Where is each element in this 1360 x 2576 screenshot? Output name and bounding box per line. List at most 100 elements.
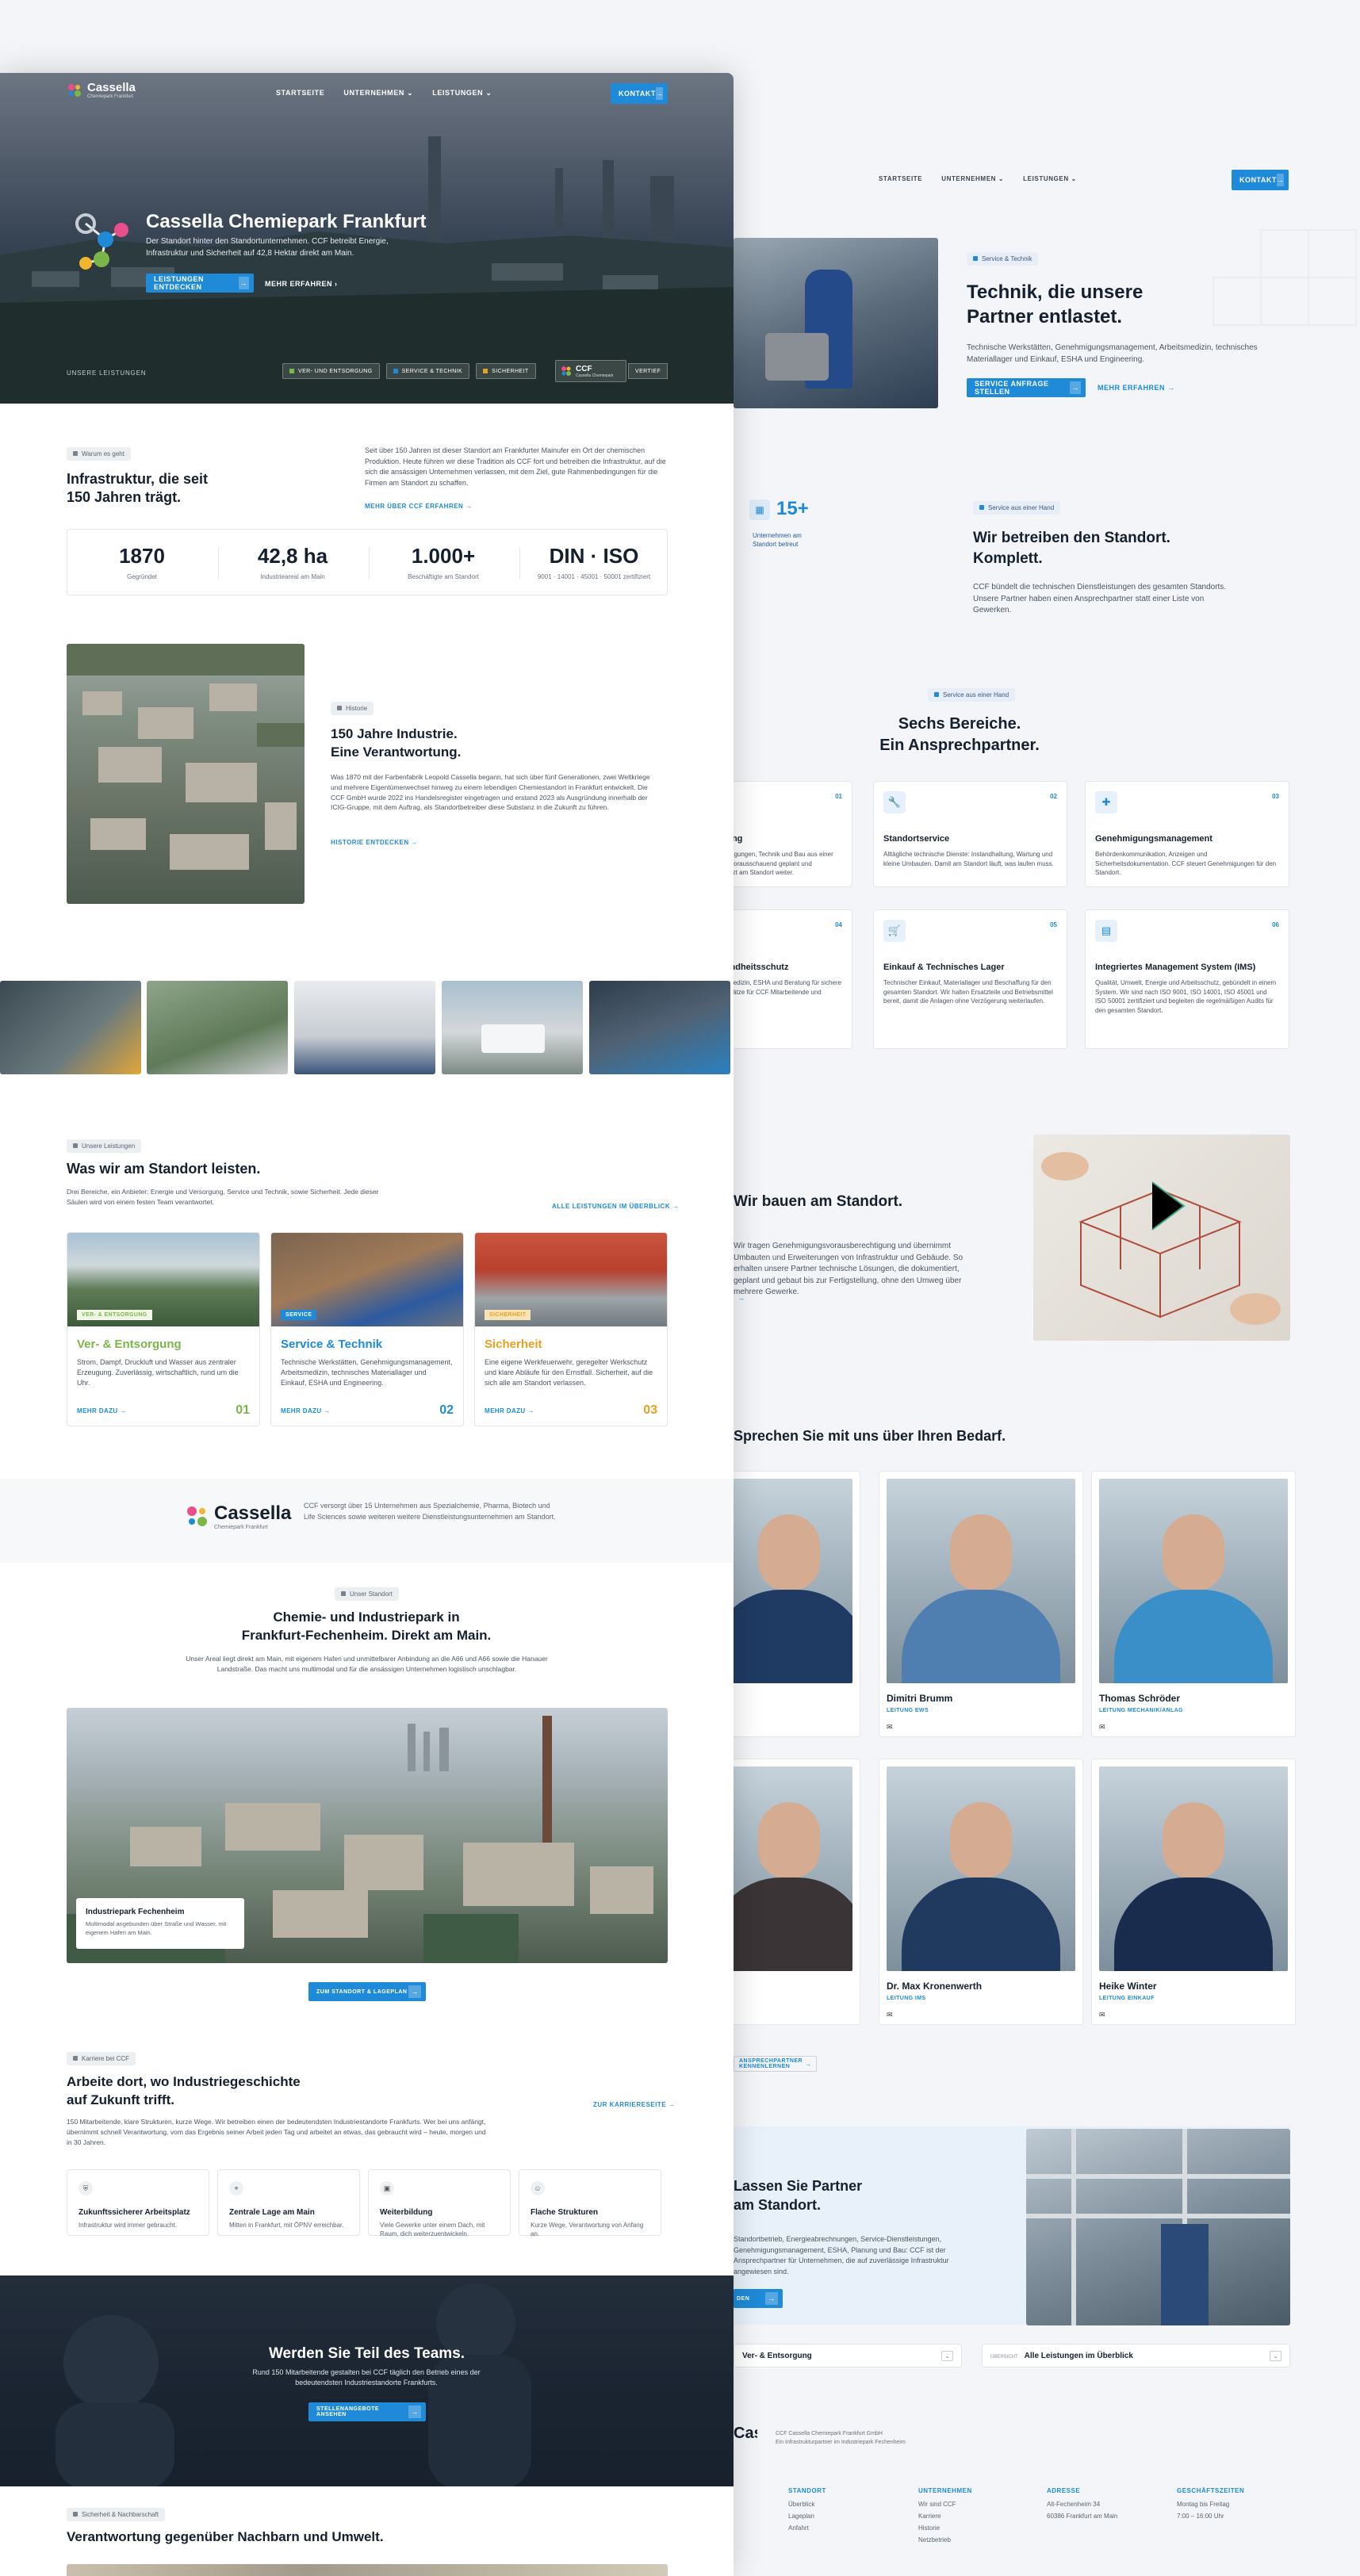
back-nav-services[interactable]: LEISTUNGEN ⌄ (1023, 175, 1077, 182)
back-bereiche-pill: Service aus einer Hand (928, 687, 1016, 702)
person-card[interactable]: Thomas Schröder LEITUNG MECHANIK/ANLAG ✉ (1091, 1471, 1296, 1737)
person-card[interactable]: ✉ (718, 1471, 860, 1737)
ccf-logo-icon (561, 366, 571, 376)
footer-link[interactable]: 7:00 – 16:00 Uhr (1177, 2513, 1244, 2520)
strip-photo-2 (147, 981, 288, 1074)
wrench-icon: 🔧 (883, 791, 906, 813)
services-link[interactable]: ALLE LEISTUNGEN IM ÜBERBLICK → (552, 1203, 679, 1210)
karriere-link[interactable]: ZUR KARRIERESEITE → (593, 2101, 675, 2108)
history-title-1: 150 Jahre Industrie. (331, 726, 458, 741)
back-partner-title-1: Lassen Sie Partner (734, 2178, 863, 2194)
cassella-band-sub: Chemiepark Frankfurt (214, 1525, 268, 1530)
service-card-more[interactable]: MEHR DAZU → (485, 1407, 534, 1414)
karriere-pill: Karriere bei CCF (67, 2050, 136, 2065)
service-card[interactable]: VER- & ENTSORGUNG Ver- & Entsorgung Strom,… (67, 1232, 260, 1426)
pin-icon: ⌖ (229, 2181, 243, 2195)
standort-cta[interactable]: ZUM STANDORT & LAGEPLAN → (308, 1982, 426, 2001)
service-card-more-label: MEHR DAZU (281, 1407, 322, 1414)
back-technik-photo (734, 238, 938, 408)
bereich-card-text: Technischer Einkauf, Materiallager und B… (883, 979, 1053, 1005)
service-card-more[interactable]: MEHR DAZU → (281, 1407, 331, 1414)
footer-link[interactable]: Historie (918, 2524, 972, 2532)
history-link[interactable]: HISTORIE ENTDECKEN → (331, 839, 418, 846)
service-card-num: 02 (439, 1403, 454, 1417)
person-card[interactable]: Heike Winter LEITUNG EINKAUF ✉ (1091, 1759, 1296, 2025)
back-contact-button[interactable]: KONTAKT → (1232, 170, 1289, 190)
bereich-card[interactable]: ▤ 06 Integriertes Management System (IMS) Q… (1085, 909, 1289, 1049)
arrow-right-icon: → (1276, 174, 1285, 186)
footer-link[interactable]: 60386 Frankfurt am Main (1047, 2513, 1117, 2520)
front-nav-company[interactable]: UNTERNEHMEN ⌄ (343, 89, 413, 98)
service-card[interactable]: SERVICE Service & Technik Technische Werks… (270, 1232, 464, 1426)
stat-value: 42,8 ha (257, 544, 328, 568)
footer-link[interactable]: Montag bis Freitag (1177, 2501, 1244, 2508)
back-technik-title-1: Technik, die unsere (967, 281, 1144, 303)
bereich-card[interactable]: 🛒 05 Einkauf & Technisches Lager Technische… (873, 909, 1067, 1049)
footer-link[interactable]: Alt-Fechenheim 34 (1047, 2501, 1117, 2508)
intro-link[interactable]: MEHR ÜBER CCF ERFAHREN → (365, 503, 473, 510)
stat-value: 1870 (119, 544, 165, 568)
hero-chip[interactable]: SICHERHEIT (476, 363, 536, 379)
back-partner-cta[interactable]: DEN → (734, 2289, 783, 2308)
footer-column: GESCHÄFTSZEITEN Montag bis Freitag 7:00 – … (1177, 2487, 1244, 2524)
footer-link[interactable]: Lageplan (788, 2513, 826, 2520)
back-select-category[interactable]: Ver- & Entsorgung ⌄ (734, 2344, 962, 2367)
aerial-buildings (67, 644, 305, 870)
footer-link[interactable]: Netzbetrieb (918, 2536, 972, 2543)
history-pill-text: Historie (346, 704, 368, 712)
strip-photo-3 (294, 981, 435, 1074)
mail-icon[interactable]: ✉ (1099, 1723, 1288, 1732)
mail-icon[interactable]: ✉ (726, 1693, 852, 1701)
hero-chip[interactable]: SERVICE & TECHNIK (385, 363, 470, 379)
front-nav-home[interactable]: STARTSEITE (276, 89, 324, 98)
back-technik-link[interactable]: MEHR ERFAHREN → (1098, 384, 1175, 392)
hero-ccf-sub: Cassella Chemiepark (576, 373, 614, 378)
services-link-label: ALLE LEISTUNGEN IM ÜBERBLICK (552, 1203, 671, 1210)
back-team-link[interactable]: ANSPRECHPARTNER KENNENLERNEN → (734, 2056, 817, 2072)
back-select-overview[interactable]: ÜBERSICHT Alle Leistungen im Überblick ⌄ (982, 2344, 1290, 2367)
bereich-card-text: Behördenkommunikation, Anzeigen und Sich… (1095, 851, 1277, 877)
back-nav-home[interactable]: STARTSEITE (879, 175, 922, 182)
services-title: Was wir am Standort leisten. (67, 1161, 261, 1177)
hero-chip[interactable]: VER- UND ENTSORGUNG (282, 363, 380, 379)
back-bereiche-title-2: Ein Ansprechpartner. (879, 737, 1040, 754)
back-technik-cta[interactable]: SERVICE ANFRAGE STELLEN → (967, 378, 1086, 397)
back-technik-cta-label: SERVICE ANFRAGE STELLEN (975, 380, 1049, 396)
hero-ccf-chip[interactable]: CCF Cassella Chemiepark (555, 360, 626, 382)
shield-icon: ⛨ (79, 2181, 93, 2195)
front-nav: STARTSEITE UNTERNEHMEN ⌄ LEISTUNGEN ⌄ (276, 89, 492, 98)
service-card-text: Technische Werkstätten, Genehmigungsmana… (281, 1358, 453, 1388)
footer-link[interactable]: Karriere (918, 2513, 972, 2520)
hero-link[interactable]: MEHR ERFAHREN › (265, 280, 338, 288)
service-card-image: SICHERHEIT (475, 1233, 667, 1326)
person-card[interactable]: Dimitri Brumm LEITUNG EWS ✉ (879, 1471, 1083, 1737)
cassella-logo-icon (187, 1506, 207, 1526)
front-logo[interactable]: Cassella Chemiepark Frankfurt (67, 81, 136, 99)
feature-title: Zukunftssicherer Arbeitsplatz (79, 2208, 190, 2217)
team-band-cta[interactable]: STELLENANGEBOTE ANSEHEN → (308, 2402, 426, 2421)
mail-icon[interactable]: ✉ (726, 1981, 852, 1989)
back-nav: STARTSEITE UNTERNEHMEN ⌄ LEISTUNGEN ⌄ (879, 175, 1077, 182)
hero-vertief-chip[interactable]: VERTIEF (628, 363, 669, 379)
footer-link[interactable]: Anfahrt (788, 2524, 826, 2532)
footer-column-heading: UNTERNEHMEN (918, 2487, 972, 2494)
service-card[interactable]: SICHERHEIT Sicherheit Eine eigene Werkfeue… (474, 1232, 668, 1426)
back-nav-company[interactable]: UNTERNEHMEN ⌄ (941, 175, 1004, 182)
service-card-more[interactable]: MEHR DAZU → (77, 1407, 127, 1414)
front-nav-services[interactable]: LEISTUNGEN ⌄ (432, 89, 492, 98)
bereich-card[interactable]: ✚ 03 Genehmigungsmanagement Behördenkommuni… (1085, 781, 1289, 887)
bereich-card[interactable]: 🔧 02 Standortservice Alltägliche technische… (873, 781, 1067, 887)
arrow-right-icon[interactable]: → (737, 1294, 745, 1302)
front-nav-company-label: UNTERNEHMEN (343, 89, 404, 97)
front-contact-button[interactable]: KONTAKT → (611, 83, 668, 104)
cassella-band-logo: Cassella Chemiepark Frankfurt (186, 1502, 291, 1530)
mail-icon[interactable]: ✉ (1099, 2011, 1288, 2019)
person-card[interactable]: ✉ (718, 1759, 860, 2025)
back-betreiben-title-2: Komplett. (973, 549, 1043, 567)
person-card[interactable]: Dr. Max Kronenwerth LEITUNG IMS ✉ (879, 1759, 1083, 2025)
footer-link[interactable]: Wir sind CCF (918, 2501, 972, 2508)
hero-cta[interactable]: LEISTUNGEN ENTDECKEN → (146, 274, 254, 293)
mail-icon[interactable]: ✉ (887, 2011, 1075, 2019)
footer-link[interactable]: Überblick (788, 2501, 826, 2508)
mail-icon[interactable]: ✉ (887, 1723, 1075, 1732)
